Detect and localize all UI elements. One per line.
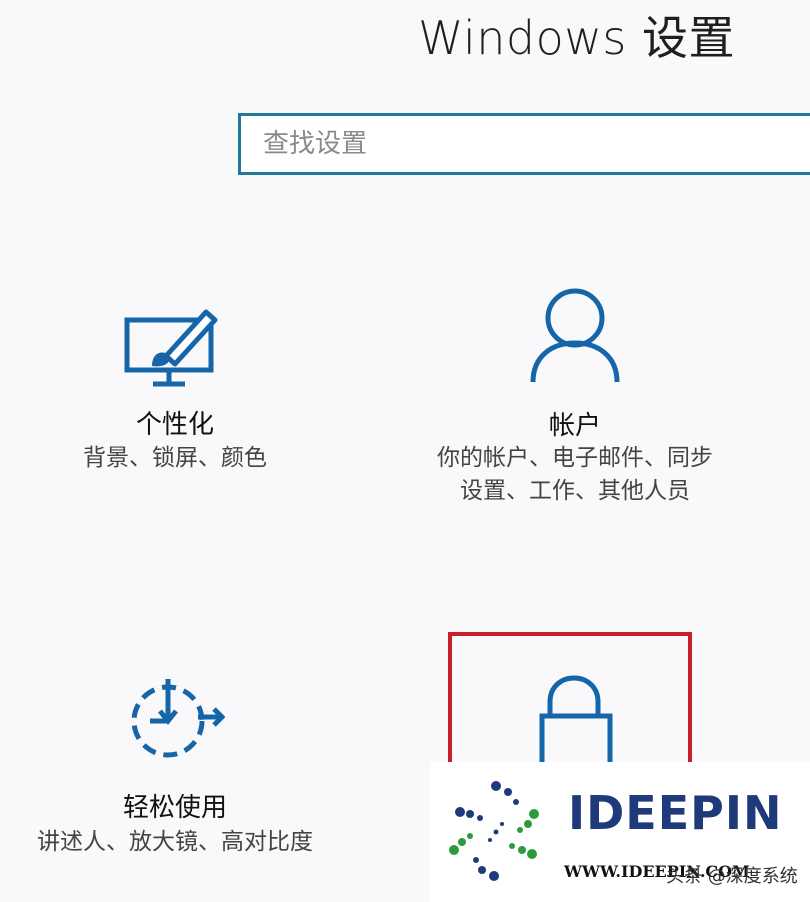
tile-accounts[interactable]: 帐户 你的帐户、电子邮件、同步 设置、工作、其他人员 bbox=[400, 285, 750, 510]
tile-accounts-desc-line2: 设置、工作、其他人员 bbox=[460, 478, 690, 504]
ease-of-access-icon bbox=[120, 675, 226, 769]
tile-personalization-desc: 背景、锁屏、颜色 bbox=[83, 445, 267, 471]
tile-accounts-desc-line1: 你的帐户、电子邮件、同步 bbox=[437, 445, 713, 471]
tile-accounts-label: 帐户 bbox=[548, 411, 601, 441]
search-box[interactable] bbox=[238, 113, 810, 175]
watermark-logo-icon bbox=[436, 772, 556, 896]
watermark: IDEEPIN WWW.IDEEPIN.COM 头条 @深度系统 bbox=[430, 762, 810, 902]
tile-personalization[interactable]: 个性化 背景、锁屏、颜色 bbox=[40, 290, 310, 490]
page-title: Windows 设置 bbox=[418, 11, 735, 65]
search-input[interactable] bbox=[241, 116, 810, 172]
watermark-tag: 头条 @深度系统 bbox=[666, 866, 798, 887]
personalization-icon bbox=[122, 298, 222, 392]
tile-ease-of-access[interactable]: 轻松使用 讲述人、放大镜、高对比度 bbox=[10, 675, 340, 875]
tile-ease-of-access-desc: 讲述人、放大镜、高对比度 bbox=[37, 829, 313, 855]
tile-privacy-highlight[interactable] bbox=[448, 632, 692, 782]
tile-ease-of-access-label: 轻松使用 bbox=[122, 793, 227, 823]
account-icon bbox=[525, 285, 625, 389]
watermark-brand: IDEEPIN bbox=[568, 786, 783, 840]
tile-personalization-label: 个性化 bbox=[135, 410, 214, 440]
